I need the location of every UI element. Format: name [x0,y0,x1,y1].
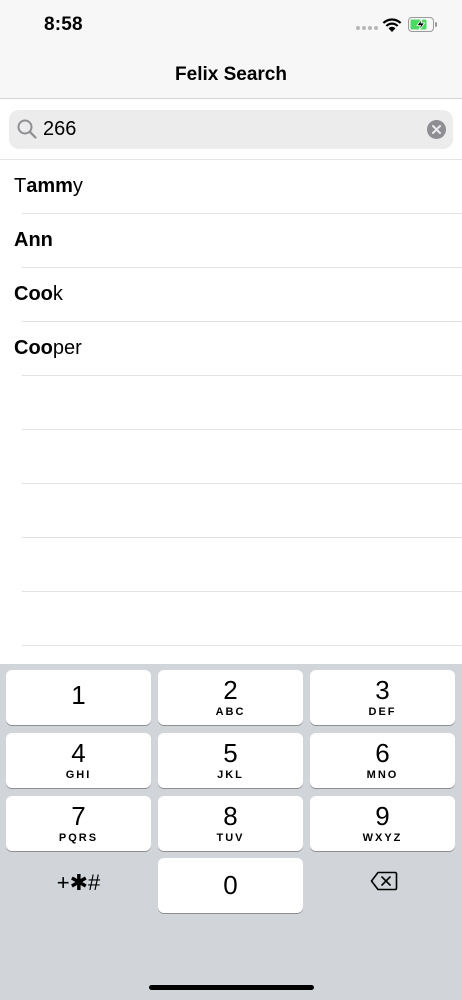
empty-row [22,484,462,538]
key-digit: 5 [223,738,238,768]
battery-charging-icon [408,17,437,32]
status-time: 8:58 [44,14,83,35]
key-5[interactable]: 5 JKL [158,733,303,788]
key-digit: 2 [223,675,238,705]
search-bar [0,100,462,160]
list-item[interactable]: Cook [14,268,462,322]
key-digit: 6 [375,738,390,768]
delete-icon [370,871,398,891]
key-8[interactable]: 8 TUV [158,796,303,851]
key-0[interactable]: 0 [158,858,303,913]
key-letters: ABC [215,706,246,718]
key-7[interactable]: 7 PQRS [6,796,151,851]
list-item-label: Tammy [14,175,83,197]
clear-icon[interactable] [427,120,446,139]
search-icon [17,119,37,139]
key-digit: 1 [71,680,86,710]
wifi-icon [382,18,402,32]
list-item[interactable]: Cooper [14,322,462,376]
search-field[interactable] [9,110,453,149]
key-letters: TUV [216,832,245,844]
status-bar: 8:58 [0,0,462,50]
key-letters: DEF [368,706,397,718]
key-3[interactable]: 3 DEF [310,670,455,725]
key-6[interactable]: 6 MNO [310,733,455,788]
list-item[interactable]: Ann [14,214,462,268]
key-letters: PQRS [58,832,99,844]
key-digit: 7 [71,801,86,831]
empty-row [22,376,462,430]
page-title: Felix Search [175,64,287,85]
signal-icon [356,26,378,31]
empty-row [22,430,462,484]
list-item-label: Cooper [14,337,82,359]
key-9[interactable]: 9 WXYZ [310,796,455,851]
key-letters: GHI [65,769,92,781]
key-letters: JKL [217,769,244,781]
navigation-bar: Felix Search [0,50,462,99]
key-digit: 0 [223,870,238,900]
delete-key[interactable] [310,858,455,913]
key-letters: WXYZ [362,832,403,844]
empty-row [22,538,462,592]
key-digit: 9 [375,801,390,831]
list-item-label: Cook [14,283,63,305]
home-indicator[interactable] [149,985,314,990]
key-letters: MNO [366,769,399,781]
search-input[interactable] [43,110,423,149]
key-2[interactable]: 2 ABC [158,670,303,725]
key-digit: 4 [71,738,86,768]
list-item[interactable]: Tammy [14,160,462,214]
number-pad-keyboard: 1 2 ABC 3 DEF 4 GHI 5 JKL 6 MNO 7 PQRS 8… [0,664,462,1000]
results-list: Tammy Ann Cook Cooper [0,160,462,646]
symbols-key[interactable]: +✱# [6,858,151,913]
key-digit: 8 [223,801,238,831]
list-item-label: Ann [14,229,53,251]
key-digit: 3 [375,675,390,705]
key-4[interactable]: 4 GHI [6,733,151,788]
empty-row [22,592,462,646]
key-1[interactable]: 1 [6,670,151,725]
